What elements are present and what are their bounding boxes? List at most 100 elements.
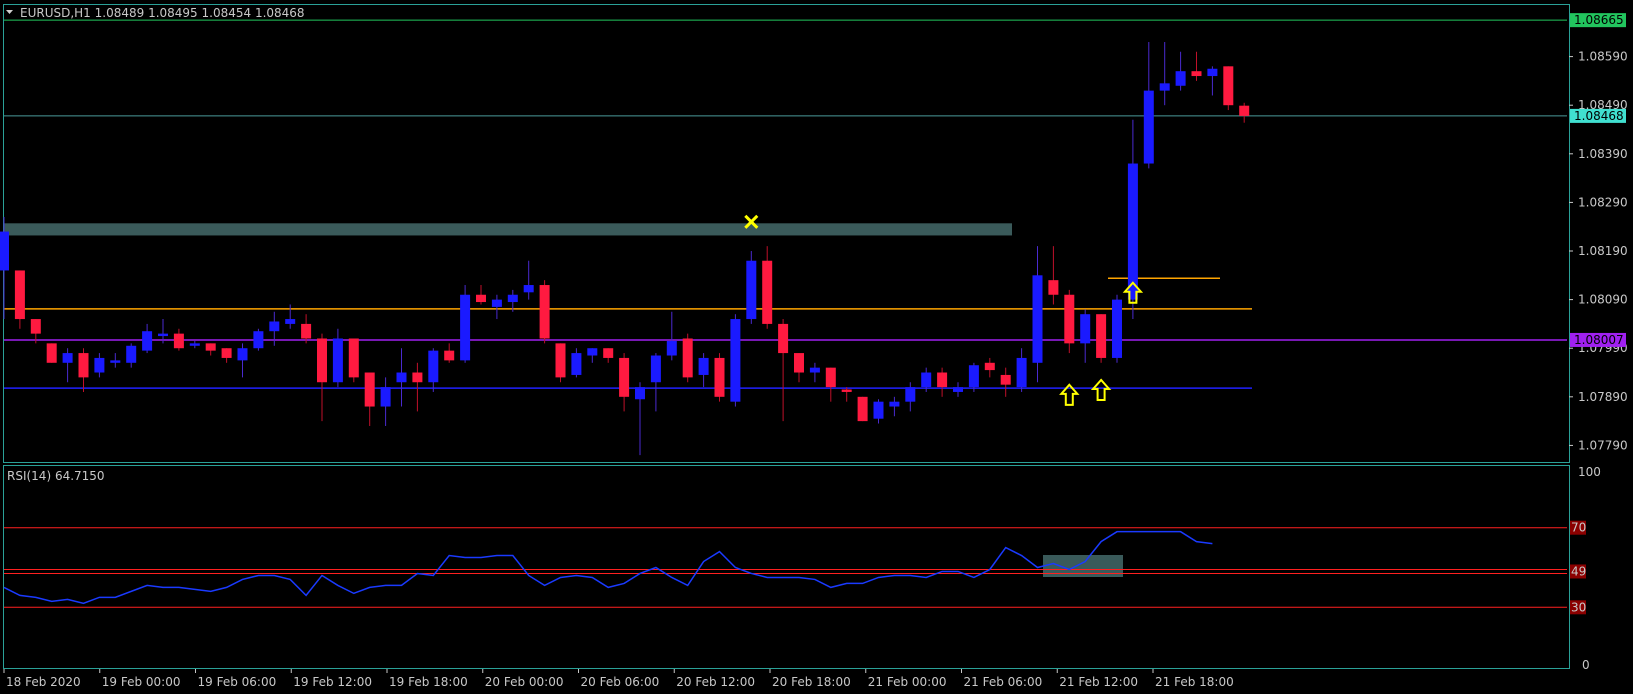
bear-candle bbox=[364, 372, 375, 407]
price-tick-label: 1.08590 bbox=[1578, 50, 1628, 64]
bear-candle bbox=[762, 260, 773, 324]
time-tick-label: 21 Feb 06:00 bbox=[964, 675, 1043, 689]
bull-candle bbox=[905, 387, 916, 402]
zones-layer bbox=[4, 223, 1012, 236]
time-tick-label: 20 Feb 00:00 bbox=[485, 675, 564, 689]
symbol-dropdown-icon[interactable] bbox=[6, 10, 13, 14]
bull-candle bbox=[746, 260, 757, 320]
bear-candle bbox=[444, 350, 455, 361]
bear-candle bbox=[348, 338, 359, 378]
bear-candle bbox=[317, 338, 327, 383]
bear-candle bbox=[841, 389, 852, 392]
bull-candle bbox=[460, 294, 471, 361]
bear-candle bbox=[682, 338, 693, 378]
time-tick-label: 21 Feb 18:00 bbox=[1155, 675, 1234, 689]
bear-candle bbox=[603, 348, 614, 358]
bull-candle bbox=[1143, 90, 1154, 164]
bull-candle bbox=[523, 285, 534, 293]
time-tick-label: 19 Feb 00:00 bbox=[102, 675, 181, 689]
bull-candle bbox=[0, 231, 9, 271]
bull-candle bbox=[1112, 299, 1122, 358]
time-tick-label: 20 Feb 18:00 bbox=[772, 675, 851, 689]
bear-candle bbox=[1239, 105, 1250, 116]
bull-candle bbox=[1032, 275, 1043, 363]
price-tick-label: 1.07790 bbox=[1578, 438, 1628, 452]
bull-candle bbox=[921, 372, 932, 388]
time-tick-label: 19 Feb 18:00 bbox=[389, 675, 468, 689]
bull-candle bbox=[730, 319, 741, 402]
bear-candle bbox=[539, 285, 550, 339]
bull-candle bbox=[809, 367, 820, 373]
bull-candle bbox=[571, 353, 582, 375]
bear-candle bbox=[1223, 66, 1234, 106]
bear-candle bbox=[937, 372, 948, 388]
bear-candle bbox=[857, 396, 868, 422]
bear-candle bbox=[825, 367, 836, 388]
time-tick-label: 19 Feb 12:00 bbox=[293, 675, 372, 689]
bear-candle bbox=[221, 348, 232, 358]
bear-candle bbox=[1000, 374, 1011, 385]
bear-candle bbox=[1096, 314, 1107, 358]
bear-candle bbox=[714, 357, 725, 397]
bull-candle bbox=[110, 360, 121, 363]
bear-candle bbox=[412, 372, 423, 383]
bull-candle bbox=[428, 350, 439, 383]
price-axis: 1.085901.084901.083901.082901.081901.080… bbox=[1569, 13, 1628, 452]
bear-candle bbox=[301, 323, 312, 339]
symbol-header: EURUSD,H1 1.08489 1.08495 1.08454 1.0846… bbox=[20, 6, 305, 20]
bear-candle bbox=[778, 323, 789, 354]
time-tick-label: 20 Feb 12:00 bbox=[676, 675, 755, 689]
bear-candle bbox=[1048, 280, 1059, 295]
bear-candle bbox=[78, 353, 89, 378]
bull-candle bbox=[873, 401, 884, 419]
rsi-panel-frame bbox=[3, 465, 1570, 669]
price-tick-label: 1.08190 bbox=[1578, 244, 1628, 258]
rsi-header: RSI(14) 64.7150 bbox=[7, 469, 105, 483]
bull-candle bbox=[507, 294, 518, 303]
bull-candle bbox=[126, 345, 137, 363]
bull-candle bbox=[1127, 163, 1138, 300]
time-tick-label: 21 Feb 00:00 bbox=[868, 675, 947, 689]
time-tick-label: 21 Feb 12:00 bbox=[1059, 675, 1138, 689]
trading-chart-window[interactable]: 1.08590 1.08490 1.08390 1.08290 1.08190 1.080… bbox=[0, 0, 1633, 694]
bull-candle bbox=[587, 348, 598, 356]
rsi-scale-label: 100 bbox=[1578, 465, 1601, 479]
bull-candle bbox=[650, 355, 661, 383]
time-axis: 18 Feb 2020 19 Feb 00:00 19 Feb 06:00 19 Fe… bbox=[3, 669, 1234, 689]
price-badge-label: 1.08665 bbox=[1574, 13, 1624, 27]
bull-candle bbox=[635, 387, 645, 400]
bull-candle bbox=[1080, 314, 1091, 344]
price-tick-label: 1.08090 bbox=[1578, 293, 1628, 307]
chart-canvas[interactable]: 1.085901.084901.083901.082901.081901.080… bbox=[0, 0, 1633, 694]
bear-candle bbox=[476, 294, 486, 303]
bull-candle bbox=[666, 340, 677, 356]
bear-candle bbox=[30, 319, 41, 334]
bull-candle bbox=[237, 348, 248, 361]
bull-candle bbox=[332, 338, 343, 383]
rsi-scale-label: 0 bbox=[1582, 658, 1590, 672]
time-tick-label: 20 Feb 06:00 bbox=[581, 675, 660, 689]
time-tick-label: 18 Feb 2020 bbox=[6, 675, 81, 689]
time-tick-label: 19 Feb 06:00 bbox=[198, 675, 277, 689]
bull-candle bbox=[380, 387, 391, 407]
rsi-level-badge-label: 70 bbox=[1571, 521, 1586, 535]
price-tick-label: 1.08290 bbox=[1578, 195, 1628, 209]
bull-candle bbox=[189, 343, 200, 346]
bear-candle bbox=[1191, 71, 1202, 77]
price-tick-label: 1.07890 bbox=[1578, 390, 1628, 404]
rsi-line bbox=[3, 530, 1213, 605]
rsi-layer: 100 0 70 49 30 bbox=[3, 465, 1601, 672]
price-tick-label: 1.08390 bbox=[1578, 147, 1628, 161]
rsi-level-badge-label: 49 bbox=[1571, 564, 1586, 578]
bull-candle bbox=[1016, 357, 1027, 388]
bull-candle bbox=[94, 357, 105, 373]
bear-candle bbox=[205, 343, 216, 351]
price-badge-label: 1.08007 bbox=[1574, 333, 1624, 347]
bull-candle bbox=[396, 372, 407, 383]
bull-candle bbox=[491, 299, 502, 307]
bull-candle bbox=[158, 333, 168, 337]
bull-candle bbox=[1175, 71, 1186, 86]
price-badge-label: 1.08468 bbox=[1574, 109, 1624, 123]
bear-candle bbox=[1064, 294, 1075, 344]
bull-candle bbox=[285, 319, 296, 324]
